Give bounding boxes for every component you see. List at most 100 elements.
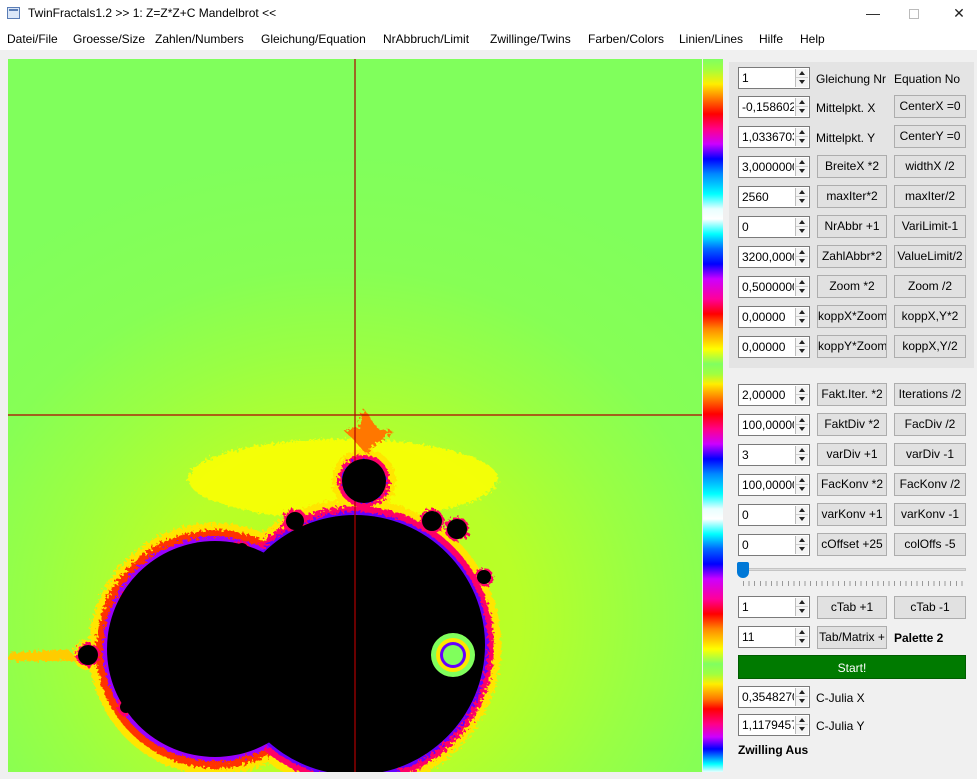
julia-y-value[interactable]: 1,1179457 — [742, 718, 794, 732]
julia-x-value[interactable]: 0,3548270 — [742, 690, 794, 704]
spin-arrows-icon[interactable] — [795, 506, 808, 524]
var-div-increment-button[interactable]: varDiv +1 — [817, 443, 887, 466]
menu-datei-file[interactable]: Datei/File — [7, 32, 58, 46]
color-offset-slider-track[interactable] — [741, 568, 966, 571]
kopp-xy-divide-button[interactable]: koppX,Y/2 — [894, 335, 966, 358]
spin-arrows-icon[interactable] — [795, 158, 808, 176]
c-offset-increment-button[interactable]: cOffset +25 — [817, 533, 887, 556]
width-spinbox[interactable]: 3,0000000 — [738, 156, 810, 178]
max-iter-divide-button[interactable]: maxIter/2 — [894, 185, 966, 208]
spin-arrows-icon[interactable] — [795, 386, 808, 404]
var-div-spinbox[interactable]: 3 — [738, 444, 810, 466]
c-tab-decrement-button[interactable]: cTab -1 — [894, 596, 966, 619]
var-konv-increment-button[interactable]: varKonv +1 — [817, 503, 887, 526]
spin-arrows-icon[interactable] — [795, 338, 808, 356]
var-konv-value[interactable]: 0 — [742, 508, 794, 522]
fac-konv-divide-button[interactable]: FacKonv /2 — [894, 473, 966, 496]
equation-value[interactable]: 1 — [742, 71, 794, 85]
spin-arrows-icon[interactable] — [795, 416, 808, 434]
var-div-value[interactable]: 3 — [742, 448, 794, 462]
spin-arrows-icon[interactable] — [795, 128, 808, 146]
c-offset-value[interactable]: 0 — [742, 538, 794, 552]
kopp-y-value[interactable]: 0,00000 — [742, 340, 794, 354]
fakt-iter-multiply-button[interactable]: Fakt.Iter. *2 — [817, 383, 887, 406]
zoom-divide-button[interactable]: Zoom /2 — [894, 275, 966, 298]
spin-arrows-icon[interactable] — [795, 218, 808, 236]
fac-div-divide-button[interactable]: FacDiv /2 — [894, 413, 966, 436]
value-limit-divide-button[interactable]: ValueLimit/2 — [894, 245, 966, 268]
iterations-divide-button[interactable]: Iterations /2 — [894, 383, 966, 406]
menu-zwillinge-twins[interactable]: Zwillinge/Twins — [490, 32, 571, 46]
kopp-x-value[interactable]: 0,00000 — [742, 310, 794, 324]
center-x-spinbox[interactable]: -0,158602( — [738, 96, 810, 118]
var-div-decrement-button[interactable]: varDiv -1 — [894, 443, 966, 466]
close-button[interactable]: ✕ — [936, 0, 977, 28]
fakt-iter-value[interactable]: 2,00000 — [742, 388, 794, 402]
kopp-x-spinbox[interactable]: 0,00000 — [738, 306, 810, 328]
spin-arrows-icon[interactable] — [795, 476, 808, 494]
menu-help[interactable]: Help — [800, 32, 825, 46]
center-y-zero-button[interactable]: CenterY =0 — [894, 125, 966, 148]
c-tab-increment-button[interactable]: cTab +1 — [817, 596, 887, 619]
fac-konv-multiply-button[interactable]: FacKonv *2 — [817, 473, 887, 496]
zoom-value[interactable]: 0,5000000 — [742, 280, 794, 294]
zahl-abbr-multiply-button[interactable]: ZahlAbbr*2 — [817, 245, 887, 268]
menu-hilfe[interactable]: Hilfe — [759, 32, 783, 46]
color-offset-slider-thumb[interactable] — [737, 562, 749, 578]
spin-arrows-icon[interactable] — [795, 716, 808, 734]
center-y-value[interactable]: 1,0336703( — [742, 130, 794, 144]
center-x-zero-button[interactable]: CenterX =0 — [894, 95, 966, 118]
spin-arrows-icon[interactable] — [795, 688, 808, 706]
nr-abbr-increment-button[interactable]: NrAbbr +1 — [817, 215, 887, 238]
tab-matrix-spinbox[interactable]: 11 — [738, 626, 810, 648]
center-y-spinbox[interactable]: 1,0336703( — [738, 126, 810, 148]
spin-arrows-icon[interactable] — [795, 69, 808, 87]
start-button[interactable]: Start! — [738, 655, 966, 679]
menu-groesse-size[interactable]: Groesse/Size — [73, 32, 145, 46]
menu-linien-lines[interactable]: Linien/Lines — [679, 32, 743, 46]
zahl-abbr-spinbox[interactable]: 3200,0000 — [738, 246, 810, 268]
spin-arrows-icon[interactable] — [795, 248, 808, 266]
c-tab-value[interactable]: 1 — [742, 600, 794, 614]
c-offset-spinbox[interactable]: 0 — [738, 534, 810, 556]
spin-arrows-icon[interactable] — [795, 278, 808, 296]
kopp-y-spinbox[interactable]: 0,00000 — [738, 336, 810, 358]
kopp-y-zoom-button[interactable]: koppY*Zoom — [817, 335, 887, 358]
spin-arrows-icon[interactable] — [795, 598, 808, 616]
zoom-multiply-button[interactable]: Zoom *2 — [817, 275, 887, 298]
spin-arrows-icon[interactable] — [795, 98, 808, 116]
nr-abbr-spinbox[interactable]: 0 — [738, 216, 810, 238]
c-tab-spinbox[interactable]: 1 — [738, 596, 810, 618]
julia-y-spinbox[interactable]: 1,1179457 — [738, 714, 810, 736]
fakt-div-multiply-button[interactable]: FaktDiv *2 — [817, 413, 887, 436]
nr-abbr-value[interactable]: 0 — [742, 220, 794, 234]
fakt-div-value[interactable]: 100,00000 — [742, 418, 794, 432]
menu-gleichung-equation[interactable]: Gleichung/Equation — [261, 32, 366, 46]
var-konv-spinbox[interactable]: 0 — [738, 504, 810, 526]
fac-konv-value[interactable]: 100,00000 — [742, 478, 794, 492]
max-iter-multiply-button[interactable]: maxIter*2 — [817, 185, 887, 208]
fakt-iter-spinbox[interactable]: 2,00000 — [738, 384, 810, 406]
equation-spinbox[interactable]: 1 — [738, 67, 810, 89]
tab-matrix-button[interactable]: Tab/Matrix + — [817, 626, 887, 649]
spin-arrows-icon[interactable] — [795, 446, 808, 464]
tab-matrix-value[interactable]: 11 — [742, 630, 794, 644]
menu-nrabbruch-limit[interactable]: NrAbbruch/Limit — [383, 32, 469, 46]
fractal-canvas[interactable] — [8, 59, 702, 772]
width-value[interactable]: 3,0000000 — [742, 160, 794, 174]
minimize-button[interactable]: — — [850, 0, 896, 28]
max-iter-value[interactable]: 2560 — [742, 190, 794, 204]
zahl-abbr-value[interactable]: 3200,0000 — [742, 250, 794, 264]
spin-arrows-icon[interactable] — [795, 188, 808, 206]
var-konv-decrement-button[interactable]: varKonv -1 — [894, 503, 966, 526]
spin-arrows-icon[interactable] — [795, 308, 808, 326]
spin-arrows-icon[interactable] — [795, 628, 808, 646]
spin-arrows-icon[interactable] — [795, 536, 808, 554]
julia-x-spinbox[interactable]: 0,3548270 — [738, 686, 810, 708]
col-offs-decrement-button[interactable]: colOffs -5 — [894, 533, 966, 556]
fakt-div-spinbox[interactable]: 100,00000 — [738, 414, 810, 436]
max-iter-spinbox[interactable]: 2560 — [738, 186, 810, 208]
kopp-x-zoom-button[interactable]: koppX*Zoom — [817, 305, 887, 328]
width-divide-button[interactable]: widthX /2 — [894, 155, 966, 178]
kopp-xy-multiply-button[interactable]: koppX,Y*2 — [894, 305, 966, 328]
